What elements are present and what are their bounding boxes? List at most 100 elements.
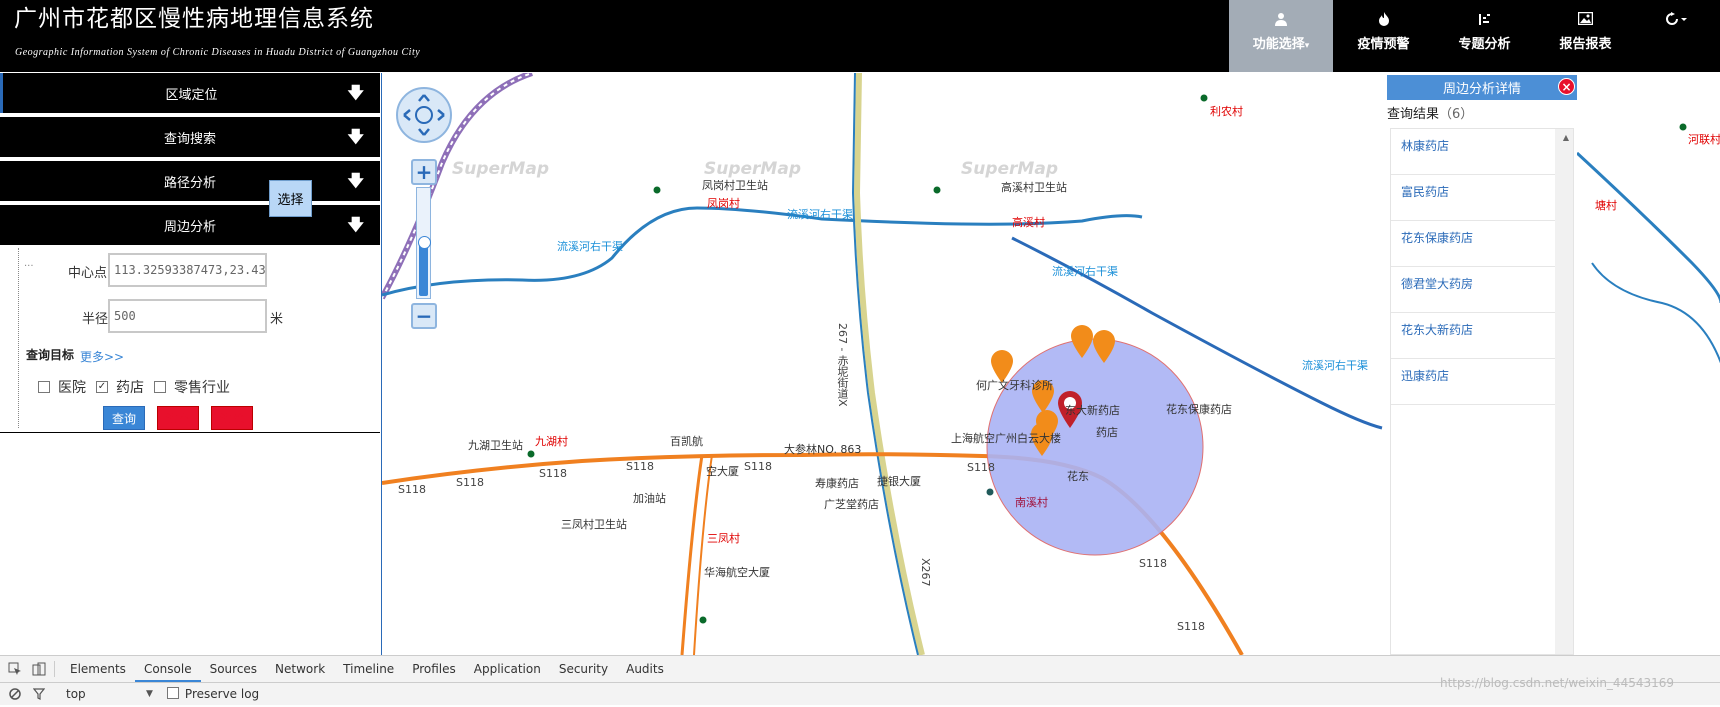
map-label: 百凯航 (670, 435, 703, 448)
road-x267 (853, 73, 925, 655)
nav-function-select[interactable]: 功能选择▾ (1229, 0, 1333, 72)
tab-application[interactable]: Application (465, 656, 550, 682)
map-label: 南溪村 (1015, 496, 1048, 509)
map-label: 流溪河右干渠 (787, 208, 853, 221)
accordion-label: 区域定位 (165, 87, 218, 103)
remove-button[interactable]: 清除 (211, 406, 253, 430)
select-center-button[interactable]: 选择 (269, 180, 312, 217)
river-line (1591, 262, 1720, 364)
zoom-in-button[interactable]: + (411, 159, 437, 185)
app-header: 广州市花都区慢性病地理信息系统 Geographic Information S… (0, 0, 1720, 72)
tab-network[interactable]: Network (266, 656, 334, 682)
user-icon (1274, 12, 1288, 28)
center-point-input[interactable]: 113.32593387473,23.43 (108, 253, 267, 287)
arrow-down-icon: 🡇 (347, 215, 364, 234)
tab-audits[interactable]: Audits (617, 656, 673, 682)
accordion-region-locate[interactable]: 区域定位 🡇 (0, 73, 380, 113)
map-label: 加油站 (633, 492, 666, 505)
accordion-query-search[interactable]: 查询搜索 🡇 (0, 117, 380, 157)
accordion-nearby-analysis[interactable]: 周边分析 🡇 (0, 205, 380, 245)
tab-timeline[interactable]: Timeline (334, 656, 403, 682)
map-label: 三凤村卫生站 (561, 518, 627, 531)
zoom-slider-thumb[interactable] (418, 236, 431, 249)
map-label: S118 (626, 460, 654, 473)
buffer-circle (986, 338, 1204, 556)
chart-icon (1478, 12, 1492, 28)
map-watermark: SuperMap (452, 159, 549, 179)
query-button[interactable]: 查询 (103, 406, 145, 430)
minus-icon: − (415, 304, 433, 328)
results-list: 林康药店 富民药店 花东保康药店 德君堂大药房 花东大新药店 迅康药店 ▲ (1390, 128, 1574, 655)
device-toggle-icon[interactable] (30, 656, 48, 682)
pan-control[interactable] (396, 87, 452, 143)
preserve-log-label: Preserve log (184, 687, 260, 701)
map-label: S118 (456, 476, 484, 489)
inspect-icon[interactable] (6, 656, 24, 682)
filter-icon[interactable] (30, 681, 48, 707)
result-item[interactable]: 德君堂大药房 (1391, 267, 1573, 313)
result-item[interactable]: 富民药店 (1391, 175, 1573, 221)
nav-label: 功能选择 (1252, 37, 1305, 52)
accordion-route-analysis[interactable]: 路径分析 🡇 (0, 161, 380, 201)
clear-button[interactable]: 清空 (157, 406, 199, 430)
tab-profiles[interactable]: Profiles (403, 656, 465, 682)
tab-sources[interactable]: Sources (201, 656, 266, 682)
map-label: S118 (1139, 557, 1167, 570)
result-item[interactable]: 花东保康药店 (1391, 221, 1573, 267)
query-target-label: 查询目标 (26, 348, 75, 362)
zoom-out-button[interactable]: − (411, 303, 437, 329)
caret-down-icon: ▾ (1304, 41, 1310, 51)
map-label: 流溪河右干渠 (1052, 265, 1118, 278)
zoom-slider[interactable] (416, 187, 431, 299)
map-watermark: SuperMap (704, 159, 801, 179)
map-label: 捷银大厦 (877, 475, 921, 488)
nav-thematic-analysis[interactable]: 专题分析 (1434, 0, 1535, 72)
map-label: 花东 (1067, 470, 1089, 483)
more-link[interactable]: 更多>> (80, 348, 124, 365)
result-item[interactable]: 迅康药店 (1391, 359, 1573, 405)
context-select[interactable]: top (66, 687, 146, 701)
option-retail[interactable]: 零售行业 (154, 377, 230, 397)
clear-console-icon[interactable] (6, 681, 24, 707)
tab-security[interactable]: Security (550, 656, 617, 682)
results-scrollbar[interactable]: ▲ (1555, 129, 1573, 654)
result-item[interactable]: 花东大新药店 (1391, 313, 1573, 359)
option-hospital[interactable]: 医院 (38, 377, 86, 397)
fire-icon (1378, 12, 1390, 28)
map-label: S118 (398, 483, 426, 496)
checkbox-unchecked[interactable] (38, 381, 50, 393)
map-label: 何广文牙科诊所 (976, 379, 1053, 392)
map-label: 药店 (1096, 426, 1118, 439)
results-title: 周边分析详情 (1442, 82, 1521, 97)
option-label: 医院 (58, 380, 86, 396)
map-label: 九湖卫生站 (468, 439, 523, 452)
river-line (851, 73, 919, 655)
map-watermark: SuperMap (961, 159, 1058, 179)
radius-input[interactable]: 500 (108, 299, 267, 333)
nav-refresh[interactable] (1636, 0, 1716, 72)
map-label: 流溪河右干渠 (1302, 359, 1368, 372)
results-count-label: 查询结果 (1387, 107, 1440, 122)
results-count: 查询结果（6） (1387, 103, 1473, 122)
map-label: 九湖村 (535, 435, 568, 448)
nav-reports[interactable]: 报告报表 (1535, 0, 1636, 72)
scroll-up-icon[interactable]: ▲ (1563, 133, 1569, 142)
option-pharmacy[interactable]: ✓ 药店 (96, 377, 144, 397)
map-label: 凤岗村 (707, 197, 740, 210)
tree-line (18, 248, 20, 428)
tab-console[interactable]: Console (134, 656, 201, 682)
tab-elements[interactable]: Elements (61, 656, 135, 682)
top-nav: 功能选择▾ 疫情预警 专题分析 报告报表 (1229, 0, 1716, 72)
preserve-log-checkbox[interactable] (166, 687, 179, 699)
checkbox-checked[interactable]: ✓ (96, 381, 108, 393)
map-label: 上海航空广州白云大楼 (951, 432, 1061, 445)
map-label: 三凤村 (707, 532, 740, 545)
nav-epidemic-warning[interactable]: 疫情预警 (1333, 0, 1434, 72)
map-label: S118 (539, 467, 567, 480)
result-item[interactable]: 林康药店 (1391, 129, 1573, 175)
close-icon[interactable]: × (1558, 78, 1575, 95)
center-point-label: 中心点 (68, 266, 108, 281)
checkbox-unchecked[interactable] (154, 381, 166, 393)
road-s118 (680, 454, 704, 655)
dropdown-arrow-icon[interactable]: ▼ (146, 689, 153, 699)
